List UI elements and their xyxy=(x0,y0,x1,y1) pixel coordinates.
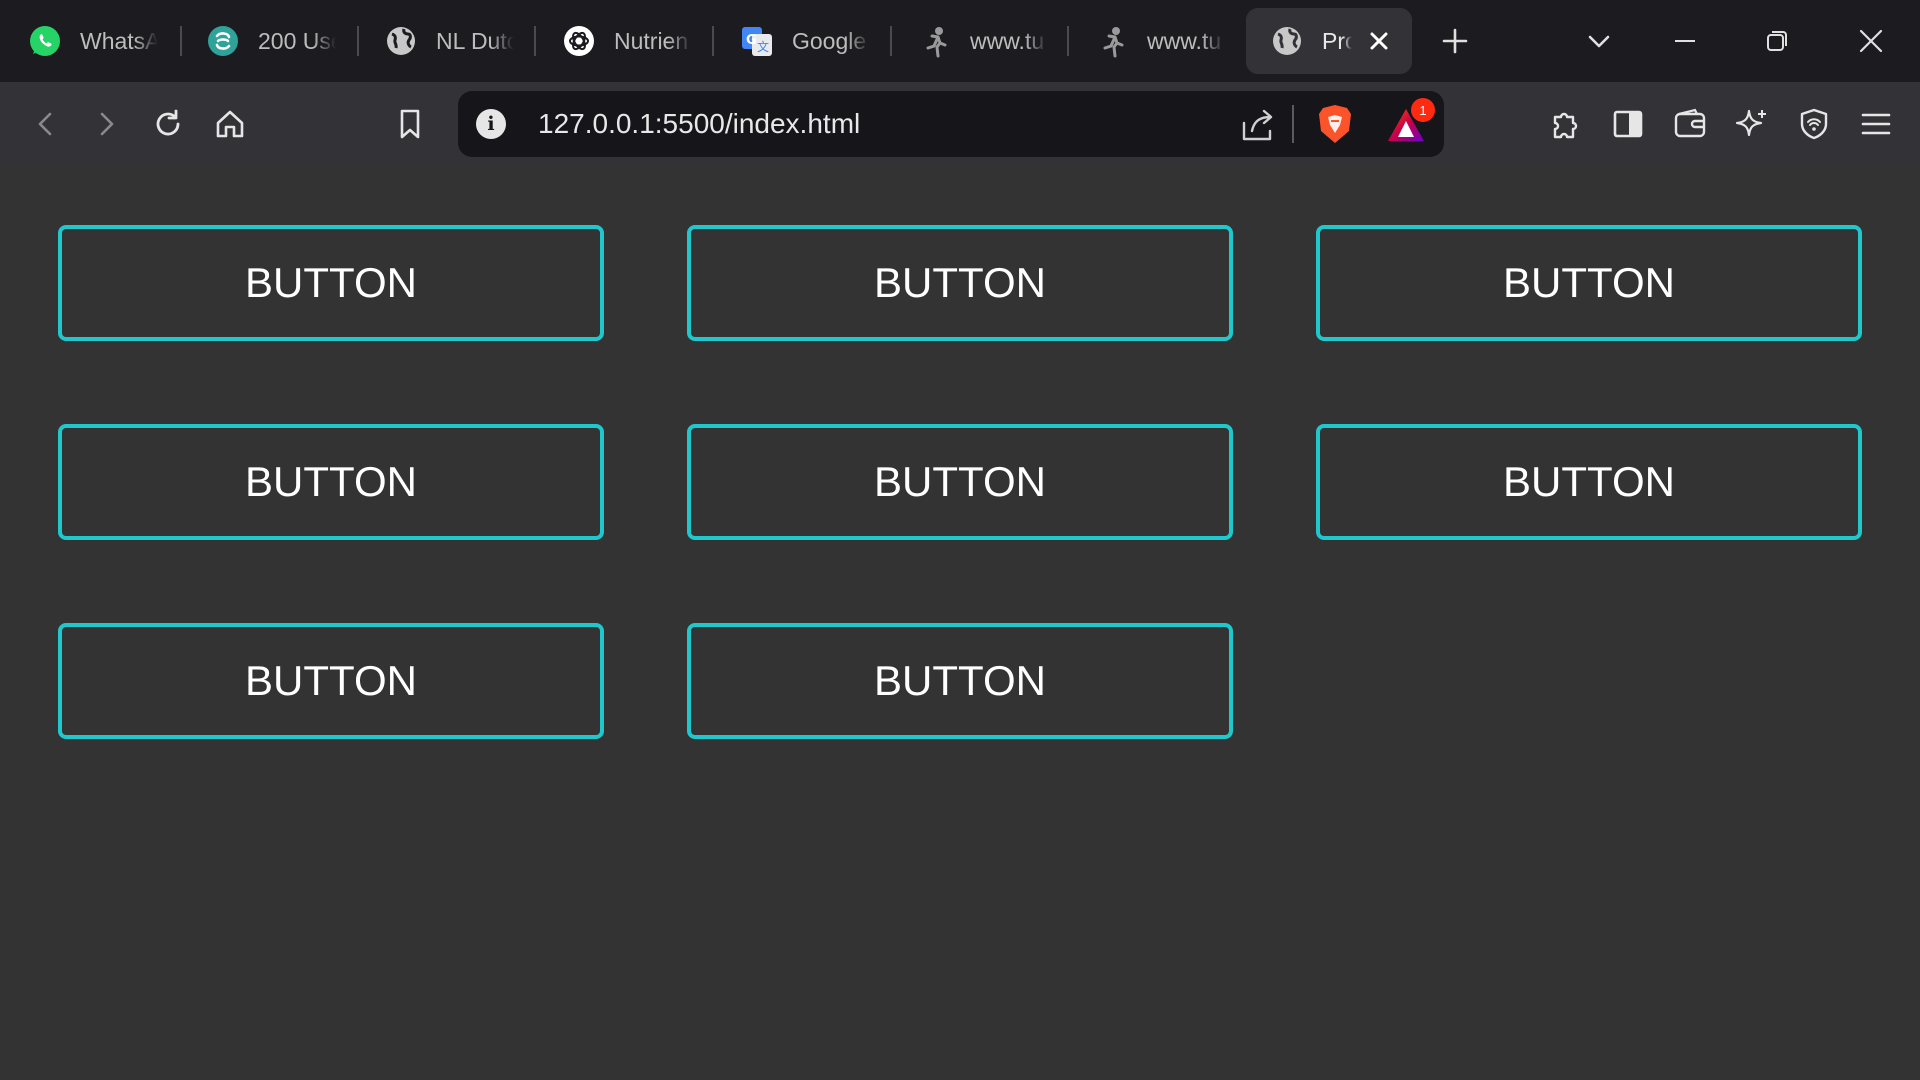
reload-icon xyxy=(156,109,180,136)
home-icon xyxy=(216,110,244,138)
close-icon xyxy=(1859,29,1883,53)
forward-button[interactable] xyxy=(82,100,130,148)
tab-www-tu-1[interactable]: www.tu xyxy=(890,8,1068,74)
svg-text:文: 文 xyxy=(757,39,769,54)
button-4[interactable]: BUTTON xyxy=(58,424,604,540)
bookmark-icon xyxy=(400,109,420,139)
tab-whatsapp[interactable]: WhatsA xyxy=(0,8,178,74)
bookmark-button[interactable] xyxy=(386,100,434,148)
runner-icon xyxy=(1095,24,1129,58)
tab-strip: WhatsA 200 Use NL Dutc Nutrien G文 Google… xyxy=(0,0,1920,82)
tab-search-button[interactable] xyxy=(1576,18,1622,64)
sidebar-icon xyxy=(1613,110,1643,138)
share-icon[interactable] xyxy=(1238,105,1278,145)
rewards-badge: 1 xyxy=(1411,98,1435,122)
back-button[interactable] xyxy=(22,100,70,148)
google-translate-icon: G文 xyxy=(740,24,774,58)
reload-button[interactable] xyxy=(144,100,192,148)
brave-shields-icon[interactable] xyxy=(1316,103,1354,145)
new-tab-button[interactable] xyxy=(1432,18,1478,64)
tab-www-tu-2[interactable]: www.tu xyxy=(1067,8,1245,74)
sparkle-icon xyxy=(1735,109,1766,137)
tab-active[interactable]: Pro xyxy=(1246,8,1412,74)
leo-ai-button[interactable] xyxy=(1728,100,1776,148)
close-window-button[interactable] xyxy=(1848,18,1894,64)
tab-nutrien[interactable]: Nutrien xyxy=(534,8,712,74)
restore-icon xyxy=(1767,31,1787,51)
url-text[interactable]: 127.0.0.1:5500/index.html xyxy=(538,108,860,140)
button-1[interactable]: BUTTON xyxy=(58,225,604,341)
button-3[interactable]: BUTTON xyxy=(1316,225,1862,341)
tab-title: Nutrien xyxy=(614,27,689,54)
runner-icon xyxy=(918,24,952,58)
restore-button[interactable] xyxy=(1754,18,1800,64)
swirl-logo-icon xyxy=(206,24,240,58)
browser-toolbar: i 127.0.0.1:5500/index.html 1 xyxy=(0,82,1920,166)
minimize-icon xyxy=(1675,40,1695,42)
openai-icon xyxy=(562,24,596,58)
vpn-button[interactable] xyxy=(1790,100,1838,148)
chevron-down-icon xyxy=(1588,35,1610,48)
tab-title: 200 Use xyxy=(258,27,336,54)
button-grid: BUTTON BUTTON BUTTON BUTTON BUTTON BUTTO… xyxy=(58,225,1862,739)
button-2[interactable]: BUTTON xyxy=(687,225,1233,341)
tab-dutch[interactable]: NL Dutc xyxy=(356,8,534,74)
button-7[interactable]: BUTTON xyxy=(58,623,604,739)
address-bar[interactable]: i 127.0.0.1:5500/index.html 1 xyxy=(458,91,1444,157)
arrow-right-icon xyxy=(100,112,114,136)
wallet-button[interactable] xyxy=(1666,100,1714,148)
button-6[interactable]: BUTTON xyxy=(1316,424,1862,540)
menu-button[interactable] xyxy=(1852,100,1900,148)
whatsapp-icon xyxy=(28,24,62,58)
home-button[interactable] xyxy=(206,100,254,148)
tab-google-translate[interactable]: G文 Google xyxy=(712,8,890,74)
arrow-left-icon xyxy=(38,112,52,136)
extensions-button[interactable] xyxy=(1542,100,1590,148)
site-info-icon[interactable]: i xyxy=(476,109,506,139)
tab-title: www.tu xyxy=(1147,27,1222,54)
tab-title: Pro xyxy=(1322,27,1352,54)
plus-icon xyxy=(1442,28,1468,54)
sidebar-button[interactable] xyxy=(1604,100,1652,148)
svg-text:G: G xyxy=(746,33,757,48)
button-5[interactable]: BUTTON xyxy=(687,424,1233,540)
shield-icon xyxy=(1800,108,1828,140)
globe-icon xyxy=(384,24,418,58)
hamburger-menu-icon xyxy=(1861,113,1891,135)
minimize-button[interactable] xyxy=(1662,18,1708,64)
tab-title: WhatsA xyxy=(80,27,158,54)
button-8[interactable]: BUTTON xyxy=(687,623,1233,739)
close-tab-icon[interactable] xyxy=(1364,26,1394,56)
puzzle-icon xyxy=(1553,112,1578,139)
page-content: BUTTON BUTTON BUTTON BUTTON BUTTON BUTTO… xyxy=(0,166,1920,1080)
tab-200-users[interactable]: 200 Use xyxy=(178,8,356,74)
tab-title: NL Dutc xyxy=(436,27,514,54)
address-divider xyxy=(1292,105,1294,143)
globe-icon xyxy=(1270,24,1304,58)
tab-title: www.tu xyxy=(970,27,1045,54)
wallet-icon xyxy=(1674,108,1706,138)
tab-title: Google xyxy=(792,27,867,54)
